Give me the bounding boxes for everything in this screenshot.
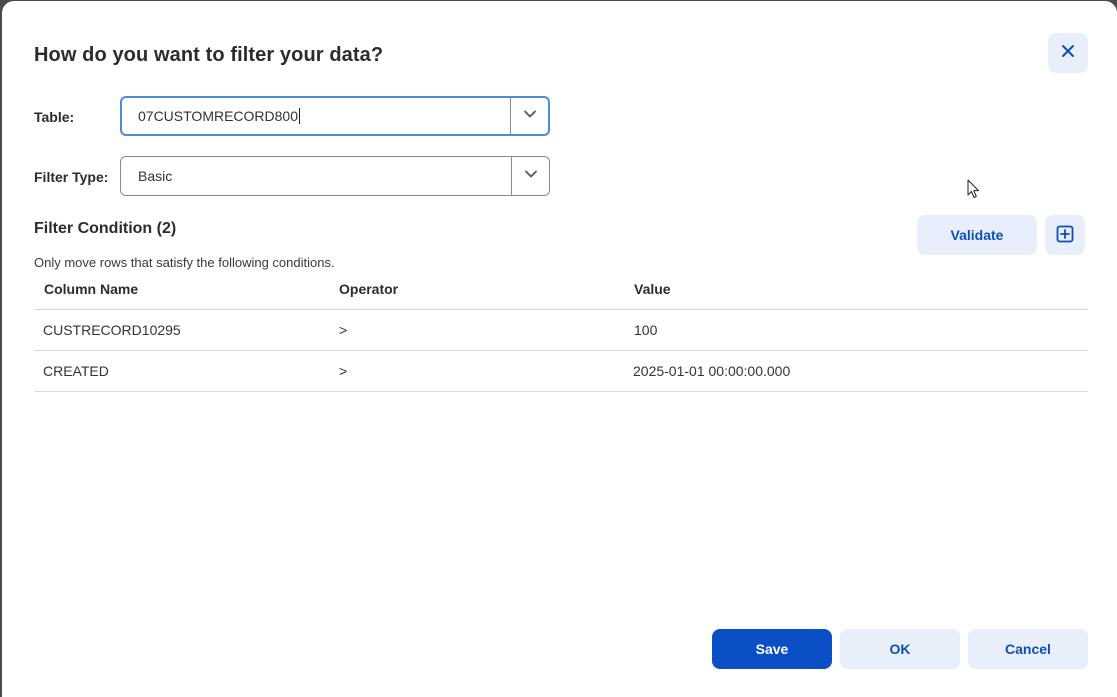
ok-button[interactable]: OK: [840, 629, 960, 669]
column-header-operator: Operator: [339, 281, 399, 297]
filter-type-select[interactable]: Basic: [120, 156, 550, 196]
filter-type-toggle[interactable]: [512, 157, 549, 195]
save-button[interactable]: Save: [712, 629, 832, 669]
add-square-icon: [1056, 225, 1074, 246]
chevron-down-icon: [524, 167, 538, 186]
filter-type-value[interactable]: Basic: [138, 168, 172, 184]
table-select-toggle[interactable]: [511, 98, 548, 134]
mouse-pointer-icon: [967, 179, 981, 204]
filter-type-label: Filter Type:: [34, 169, 109, 185]
text-caret: [299, 108, 301, 124]
cell-operator: >: [339, 363, 348, 379]
table-row[interactable]: CREATED > 2025-01-01 00:00:00.000: [34, 351, 1088, 392]
close-button[interactable]: [1048, 33, 1088, 73]
add-condition-button[interactable]: [1045, 215, 1085, 255]
column-header-value: Value: [634, 281, 671, 297]
cell-operator: >: [339, 322, 348, 338]
close-icon: [1060, 43, 1076, 64]
table-row[interactable]: CUSTRECORD10295 > 100: [34, 310, 1088, 351]
chevron-down-icon: [523, 107, 537, 126]
table-header: Column Name Operator Value: [34, 269, 1088, 310]
column-header-column-name: Column Name: [44, 281, 139, 297]
filter-condition-description: Only move rows that satisfy the followin…: [34, 255, 335, 270]
validate-button[interactable]: Validate: [917, 215, 1037, 255]
filter-dialog: How do you want to filter your data? Tab…: [2, 1, 1117, 697]
table-select[interactable]: 07CUSTOMRECORD800: [120, 96, 550, 136]
conditions-table: Column Name Operator Value CUSTRECORD102…: [34, 269, 1088, 392]
table-select-value[interactable]: 07CUSTOMRECORD800: [138, 108, 298, 124]
cancel-button[interactable]: Cancel: [968, 629, 1088, 669]
cell-value: 100: [634, 322, 658, 338]
dialog-title: How do you want to filter your data?: [34, 44, 384, 66]
cell-column-name: CUSTRECORD10295: [43, 322, 181, 338]
cell-value: 2025-01-01 00:00:00.000: [633, 363, 791, 379]
cell-column-name: CREATED: [43, 363, 109, 379]
table-label: Table:: [34, 109, 75, 125]
filter-condition-title: Filter Condition (2): [34, 220, 177, 237]
